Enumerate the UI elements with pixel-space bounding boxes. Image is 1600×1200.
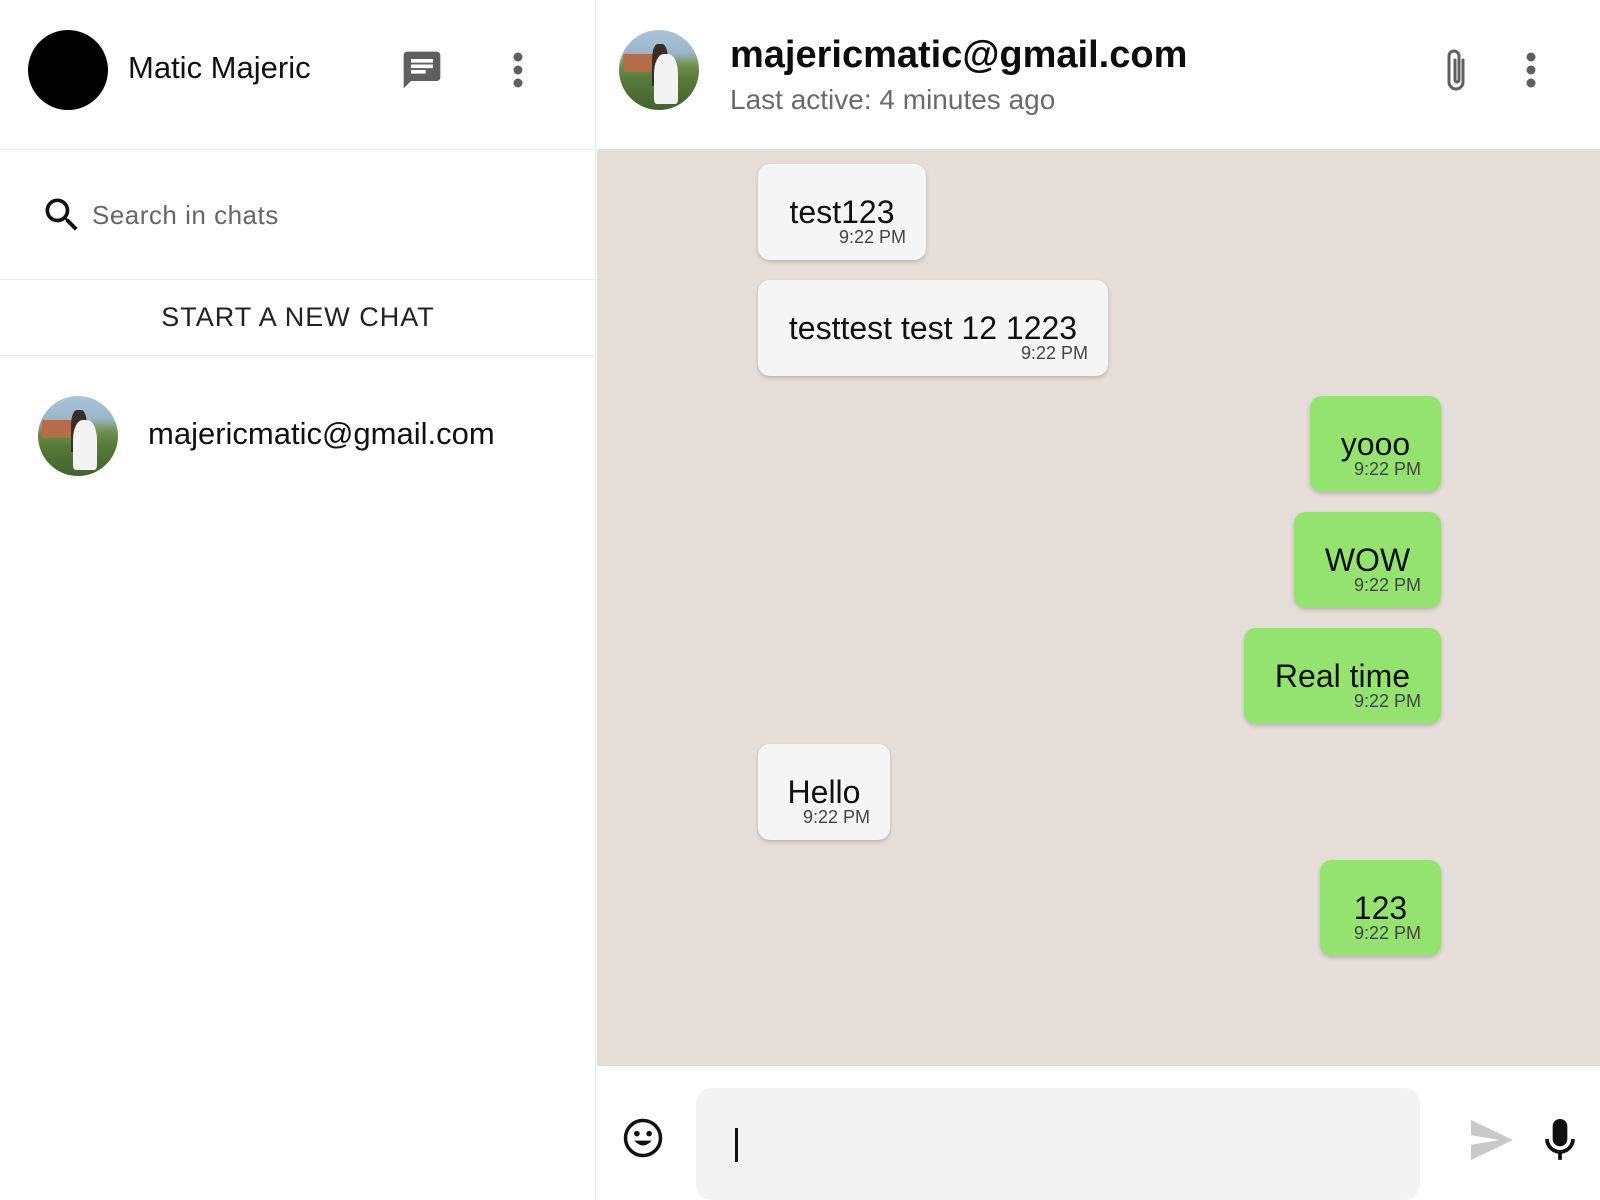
chat-list-item[interactable]: majericmatic@gmail.com <box>0 360 596 510</box>
new-chat-icon[interactable] <box>396 46 448 94</box>
emoji-icon <box>623 1118 663 1158</box>
sidebar: Matic Majeric START A NEW CHAT <box>0 0 596 1200</box>
mic-icon <box>1545 1119 1575 1160</box>
user-name: Matic Majeric <box>128 50 311 85</box>
message-text: 123 <box>1353 890 1408 926</box>
more-vert-icon <box>513 52 523 88</box>
search-bar <box>0 150 596 280</box>
message-time: 9:22 PM <box>1353 575 1421 595</box>
chat-list-item-name: majericmatic@gmail.com <box>148 416 495 451</box>
search-icon <box>45 198 78 231</box>
chat-app: Matic Majeric START A NEW CHAT <box>0 0 1600 1200</box>
message-bubble-incoming: Hello 9:22 PM <box>758 744 890 840</box>
message-composer <box>597 1066 1600 1200</box>
sidebar-menu-button[interactable] <box>500 46 536 94</box>
message-input[interactable] <box>696 1088 1420 1200</box>
attach-icon <box>1447 49 1465 91</box>
user-avatar[interactable] <box>28 30 108 110</box>
message-time: 9:22 PM <box>802 807 870 827</box>
message-text: Hello <box>787 774 861 810</box>
sidebar-header: Matic Majeric <box>0 0 596 150</box>
start-new-chat-button[interactable]: START A NEW CHAT <box>0 280 596 356</box>
message-time: 9:22 PM <box>838 227 906 247</box>
message-time: 9:22 PM <box>1353 691 1421 711</box>
conversation-header: majericmatic@gmail.com Last active: 4 mi… <box>597 0 1600 150</box>
emoji-button[interactable] <box>621 1116 665 1160</box>
message-text: WOW <box>1324 542 1411 578</box>
conversation-title: majericmatic@gmail.com <box>730 34 1188 76</box>
text-cursor <box>735 1128 738 1162</box>
message-time: 9:22 PM <box>1353 459 1421 479</box>
contact-avatar <box>38 396 118 476</box>
message-bubble-outgoing: yooo 9:22 PM <box>1310 396 1441 492</box>
message-bubble-outgoing: WOW 9:22 PM <box>1294 512 1441 608</box>
send-button[interactable] <box>1467 1118 1517 1162</box>
message-text: yooo <box>1340 426 1411 462</box>
contact-avatar[interactable] <box>619 30 699 110</box>
last-active-status: Last active: 4 minutes ago <box>730 84 1056 115</box>
attach-button[interactable] <box>1433 44 1479 98</box>
message-list[interactable]: test123 9:22 PM testtest test 12 1223 9:… <box>597 150 1600 1066</box>
message-text: test123 <box>789 194 895 230</box>
more-vert-icon <box>1526 52 1536 88</box>
conversation-pane: majericmatic@gmail.com Last active: 4 mi… <box>597 0 1600 1200</box>
message-bubble-outgoing: Real time 9:22 PM <box>1244 628 1441 724</box>
message-bubble-incoming: testtest test 12 1223 9:22 PM <box>758 280 1108 376</box>
conversation-menu-button[interactable] <box>1513 46 1549 94</box>
message-text: Real time <box>1274 658 1411 694</box>
message-bubble-outgoing: 123 9:22 PM <box>1320 860 1441 956</box>
message-bubble-incoming: test123 9:22 PM <box>758 164 926 260</box>
send-icon <box>1471 1120 1513 1160</box>
message-time: 9:22 PM <box>1020 343 1088 363</box>
message-time: 9:22 PM <box>1353 923 1421 943</box>
microphone-button[interactable] <box>1540 1116 1580 1166</box>
message-text: testtest test 12 1223 <box>788 310 1078 346</box>
chat-icon <box>403 51 441 89</box>
search-input[interactable] <box>90 195 550 235</box>
